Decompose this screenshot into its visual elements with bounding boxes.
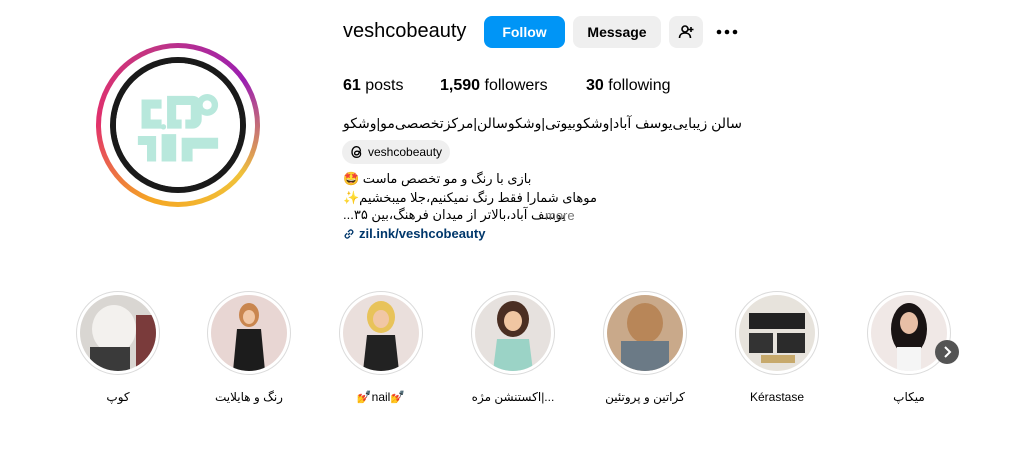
bio-more-button[interactable]: more xyxy=(545,208,575,223)
stat-following[interactable]: 30 following xyxy=(586,77,671,95)
highlight-label: 💅nail💅 xyxy=(356,390,406,404)
highlight-label: Kérastase xyxy=(749,390,805,404)
bio-line-1: بازی با رنگ و مو تخصص ماست 🤩 xyxy=(343,171,532,186)
followers-label: followers xyxy=(484,77,548,94)
highlight-cover-image xyxy=(211,295,287,371)
highlight-ring xyxy=(603,291,687,375)
highlight-ring xyxy=(735,291,819,375)
link-icon xyxy=(344,228,354,239)
following-label: following xyxy=(608,77,671,94)
highlight-label: اکستنشن مژه|... xyxy=(471,390,555,404)
chevron-right-icon xyxy=(944,346,952,358)
bio-name: سالن زیبایی‌یوسف آباد|وشکوبیوتی|وشکوسالن… xyxy=(343,115,743,131)
add-user-icon xyxy=(678,25,694,39)
highlight-cover-image xyxy=(80,295,156,371)
highlight-cover-image xyxy=(475,295,551,371)
highlight-ring xyxy=(339,291,423,375)
posts-label: posts xyxy=(365,77,404,94)
highlight-item[interactable]: کوپ xyxy=(76,291,160,404)
avatar-inner xyxy=(101,48,255,202)
highlight-item[interactable]: کراتین و پروتئین xyxy=(603,291,687,404)
highlight-item[interactable]: رنگ و هایلایت xyxy=(207,291,291,404)
highlight-ring xyxy=(76,291,160,375)
highlight-ring xyxy=(207,291,291,375)
profile-username: veshcobeauty xyxy=(343,20,467,42)
message-button[interactable]: Message xyxy=(573,16,661,48)
stat-followers[interactable]: 1,590 followers xyxy=(440,77,548,95)
highlight-label: رنگ و هایلایت xyxy=(215,390,283,404)
highlight-label: کراتین و پروتئین xyxy=(605,390,685,404)
suggest-users-button[interactable] xyxy=(669,16,703,48)
following-count: 30 xyxy=(586,77,604,94)
stat-posts: 61 posts xyxy=(343,77,404,95)
highlight-cover-image xyxy=(343,295,419,371)
posts-count: 61 xyxy=(343,77,361,94)
follow-button[interactable]: Follow xyxy=(484,16,565,48)
threads-handle: veshcobeauty xyxy=(368,145,443,159)
followers-count: 1,590 xyxy=(440,77,481,94)
link-text: zil.ink/veshcobeauty xyxy=(359,226,486,241)
highlight-label: میکاپ xyxy=(893,390,925,404)
highlight-item[interactable]: 💅nail💅 xyxy=(339,291,423,404)
profile-avatar-ring[interactable] xyxy=(96,43,260,207)
profile-avatar-logo xyxy=(110,57,246,193)
threads-link-chip[interactable]: veshcobeauty xyxy=(342,140,451,164)
bio-line-3: یوسف آباد،بالاتر از میدان فرهنگ،بین ۳۵..… xyxy=(343,207,566,222)
more-horizontal-icon[interactable] xyxy=(715,22,739,42)
bio-external-link[interactable]: zil.ink/veshcobeauty xyxy=(343,226,485,241)
highlight-ring xyxy=(471,291,555,375)
highlight-label: کوپ xyxy=(106,390,130,404)
highlight-cover-image xyxy=(607,295,683,371)
highlight-item[interactable]: اکستنشن مژه|... xyxy=(471,291,555,404)
highlight-cover-image xyxy=(739,295,815,371)
highlight-item[interactable]: Kérastase xyxy=(735,291,819,404)
bio-line-2: موهای شمارا فقط رنگ نمیکنیم،جلا میبخشیم✨ xyxy=(343,190,597,205)
threads-icon xyxy=(351,146,362,158)
brand-logo-image xyxy=(116,63,240,187)
highlights-next-button[interactable] xyxy=(935,340,959,364)
